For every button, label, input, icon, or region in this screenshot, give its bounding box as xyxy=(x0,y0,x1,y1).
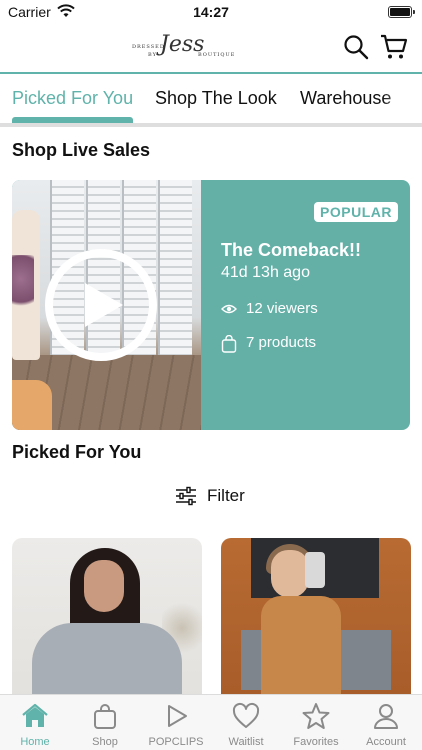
sliders-icon xyxy=(176,486,196,506)
cart-icon[interactable] xyxy=(380,33,408,61)
picked-for-you-heading: Picked For You xyxy=(12,442,142,462)
live-sale-info: POPULAR The Comeback!! 41d 13h ago 12 vi… xyxy=(201,180,410,430)
nav-account-label: Account xyxy=(366,736,406,748)
product-card[interactable] xyxy=(12,538,202,698)
tabs-divider xyxy=(0,123,422,127)
logo-line2: BY xyxy=(148,52,157,58)
person-icon xyxy=(374,704,398,729)
tab-picked-for-you[interactable]: Picked For You xyxy=(12,88,133,109)
tab-warehouse[interactable]: Warehouse xyxy=(300,88,391,109)
live-sale-title: The Comeback!! xyxy=(221,240,362,260)
product-card[interactable] xyxy=(221,538,411,698)
nav-waitlist[interactable]: Waitlist xyxy=(211,695,281,750)
nav-home-label: Home xyxy=(20,736,50,748)
logo-tag: BOUTIQUE xyxy=(198,52,236,58)
shopping-bag-icon xyxy=(221,335,237,353)
tab-shop-the-look[interactable]: Shop The Look xyxy=(155,88,277,109)
nav-favorites[interactable]: Favorites xyxy=(281,695,351,750)
viewers-count: 12 viewers xyxy=(246,300,318,317)
play-icon[interactable] xyxy=(85,283,123,327)
heart-icon xyxy=(232,702,260,728)
clock: 14:27 xyxy=(193,4,229,20)
search-icon[interactable] xyxy=(343,34,369,60)
live-sale-card[interactable]: POPULAR The Comeback!! 41d 13h ago 12 vi… xyxy=(12,180,410,430)
app-header: DRESSED BY Jess BOUTIQUE xyxy=(0,24,422,72)
nav-shop-label: Shop xyxy=(92,736,118,748)
live-sale-thumbnail[interactable] xyxy=(12,180,201,430)
nav-popclips-label: POPCLIPS xyxy=(148,736,204,748)
bottom-nav-bar: Home Shop POPCLIPS Waitlist Favorites Ac… xyxy=(0,694,422,750)
nav-popclips[interactable]: POPCLIPS xyxy=(141,695,211,750)
bag-icon xyxy=(94,704,116,729)
battery-icon xyxy=(388,6,415,18)
home-icon xyxy=(22,703,48,727)
nav-account[interactable]: Account xyxy=(351,695,421,750)
nav-waitlist-label: Waitlist xyxy=(228,736,264,748)
play-icon xyxy=(168,705,187,727)
status-bar: Carrier 14:27 xyxy=(0,0,422,24)
nav-home[interactable]: Home xyxy=(0,695,70,750)
live-sales-heading: Shop Live Sales xyxy=(12,140,151,160)
filter-button[interactable]: Filter xyxy=(175,484,255,508)
boutique-logo[interactable]: DRESSED BY Jess BOUTIQUE xyxy=(130,26,236,70)
products-count: 7 products xyxy=(246,334,317,351)
live-sale-time: 41d 13h ago xyxy=(221,264,310,281)
filter-label: Filter xyxy=(207,486,245,505)
eye-icon xyxy=(221,304,237,314)
star-icon xyxy=(302,703,330,729)
nav-shop[interactable]: Shop xyxy=(70,695,140,750)
nav-favorites-label: Favorites xyxy=(293,736,339,748)
popular-badge: POPULAR xyxy=(314,202,398,222)
